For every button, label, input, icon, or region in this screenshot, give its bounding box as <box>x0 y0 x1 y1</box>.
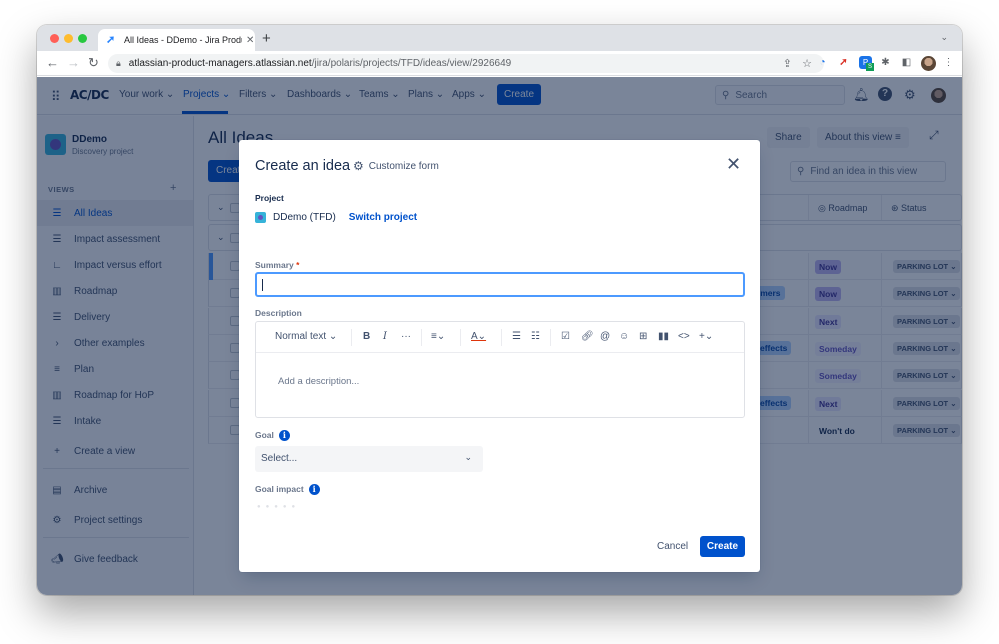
table-icon[interactable]: ⊞ <box>639 331 647 342</box>
goal-select[interactable]: Select... ⌄ <box>255 446 483 472</box>
emoji-icon[interactable]: ☺ <box>619 331 629 342</box>
menu-kebab-icon[interactable]: ⋮ <box>942 56 955 69</box>
mention-icon[interactable]: @ <box>600 331 610 342</box>
text-style-dropdown[interactable]: Normal text ⌄ <box>275 331 337 342</box>
insert-more-icon[interactable]: +⌄ <box>699 331 713 342</box>
url-host: atlassian-product-managers.atlassian.net <box>128 58 312 69</box>
create-button[interactable]: Create <box>700 536 745 557</box>
link-icon[interactable]: 🔗︎ <box>581 331 594 342</box>
reload-icon[interactable]: ↻ <box>88 55 99 71</box>
description-placeholder: Add a description... <box>278 376 360 387</box>
code-icon[interactable]: <> <box>678 331 690 342</box>
forward-icon[interactable]: → <box>67 55 80 70</box>
project-value: DDemo (TFD) <box>273 212 336 223</box>
bullet-list-icon[interactable]: ☰ <box>512 331 521 342</box>
browser-window: ➚ All Ideas - DDemo - Jira Product Disco… <box>37 25 962 595</box>
italic-icon[interactable]: I <box>383 331 387 342</box>
modal-title: Create an idea <box>255 158 351 174</box>
maximize-window-button[interactable] <box>78 34 87 43</box>
lock-icon: 🔒︎ <box>116 58 121 68</box>
settings-gear-icon: ⚙ <box>353 159 364 173</box>
extension-icon[interactable]: ◔ <box>816 56 829 69</box>
close-tab-icon[interactable]: ✕ <box>246 35 254 46</box>
info-icon[interactable]: i <box>308 484 320 496</box>
project-label: Project <box>255 193 284 203</box>
bookmark-star-icon[interactable]: ☆ <box>802 57 812 70</box>
jira-icon: ➚ <box>106 34 116 46</box>
goal-label: Goal i <box>255 430 290 442</box>
extension-jira-icon[interactable]: ➚ <box>837 56 850 69</box>
required-indicator: * <box>296 260 300 270</box>
extensions-puzzle-icon[interactable]: ✱ <box>879 56 892 69</box>
layout-icon[interactable]: ▮▮ <box>658 331 669 342</box>
minimize-window-button[interactable] <box>64 34 73 43</box>
align-dropdown-icon[interactable]: ≡⌄ <box>431 331 445 342</box>
chevron-down-icon: ⌄ <box>464 452 472 462</box>
numbered-list-icon[interactable]: ☷ <box>531 331 540 342</box>
editor-toolbar: Normal text ⌄ B I ··· ≡⌄ A⌄ ☰ ☷ ☑ 🔗︎ @ ☺… <box>256 322 744 353</box>
summary-input[interactable] <box>255 272 745 297</box>
tab-title: All Ideas - DDemo - Jira Product Discove… <box>124 35 242 45</box>
description-label: Description <box>255 308 302 318</box>
more-formatting-icon[interactable]: ··· <box>401 331 411 342</box>
browser-tab[interactable]: ➚ All Ideas - DDemo - Jira Product Disco… <box>98 29 255 51</box>
tab-bar: ➚ All Ideas - DDemo - Jira Product Disco… <box>37 25 962 51</box>
back-icon[interactable]: ← <box>46 55 59 70</box>
bold-icon[interactable]: B <box>363 331 370 342</box>
description-editor[interactable]: Normal text ⌄ B I ··· ≡⌄ A⌄ ☰ ☷ ☑ 🔗︎ @ ☺… <box>255 321 745 418</box>
new-tab-button[interactable]: + <box>262 30 271 47</box>
info-icon[interactable]: i <box>278 430 290 442</box>
create-idea-modal: Create an idea ⚙ Customize form ✕ Project… <box>239 140 760 572</box>
extension-badge: S <box>866 63 874 71</box>
profile-avatar[interactable] <box>921 56 936 71</box>
address-bar[interactable]: 🔒︎ atlassian-product-managers.atlassian.… <box>108 54 824 73</box>
jira-page: ⠿ AC/DC Your work ⌄ Projects ⌄ Filters ⌄… <box>37 77 962 595</box>
goal-impact-label: Goal impact i <box>255 484 320 496</box>
close-icon[interactable]: ✕ <box>726 155 741 173</box>
customize-form-button[interactable]: ⚙ Customize form <box>353 159 439 173</box>
cancel-button[interactable]: Cancel <box>651 536 694 557</box>
summary-label: Summary * <box>255 260 300 270</box>
side-panel-icon[interactable]: ◧ <box>900 56 913 69</box>
close-window-button[interactable] <box>50 34 59 43</box>
switch-project-link[interactable]: Switch project <box>349 212 417 223</box>
project-avatar <box>255 212 266 223</box>
url-path: /jira/polaris/projects/TFD/ideas/view/29… <box>311 58 512 69</box>
tab-search-icon[interactable]: ⌄ <box>940 32 948 43</box>
action-item-icon[interactable]: ☑ <box>561 331 570 342</box>
browser-toolbar: ← → ↻ 🔒︎ atlassian-product-managers.atla… <box>37 51 962 76</box>
text-cursor <box>262 279 263 291</box>
text-color-icon[interactable]: A⌄ <box>471 331 486 342</box>
project-field: DDemo (TFD) Switch project <box>255 212 417 223</box>
share-icon[interactable]: ⇪ <box>783 57 792 70</box>
goal-impact-rating[interactable]: ●●●●● <box>257 504 300 510</box>
